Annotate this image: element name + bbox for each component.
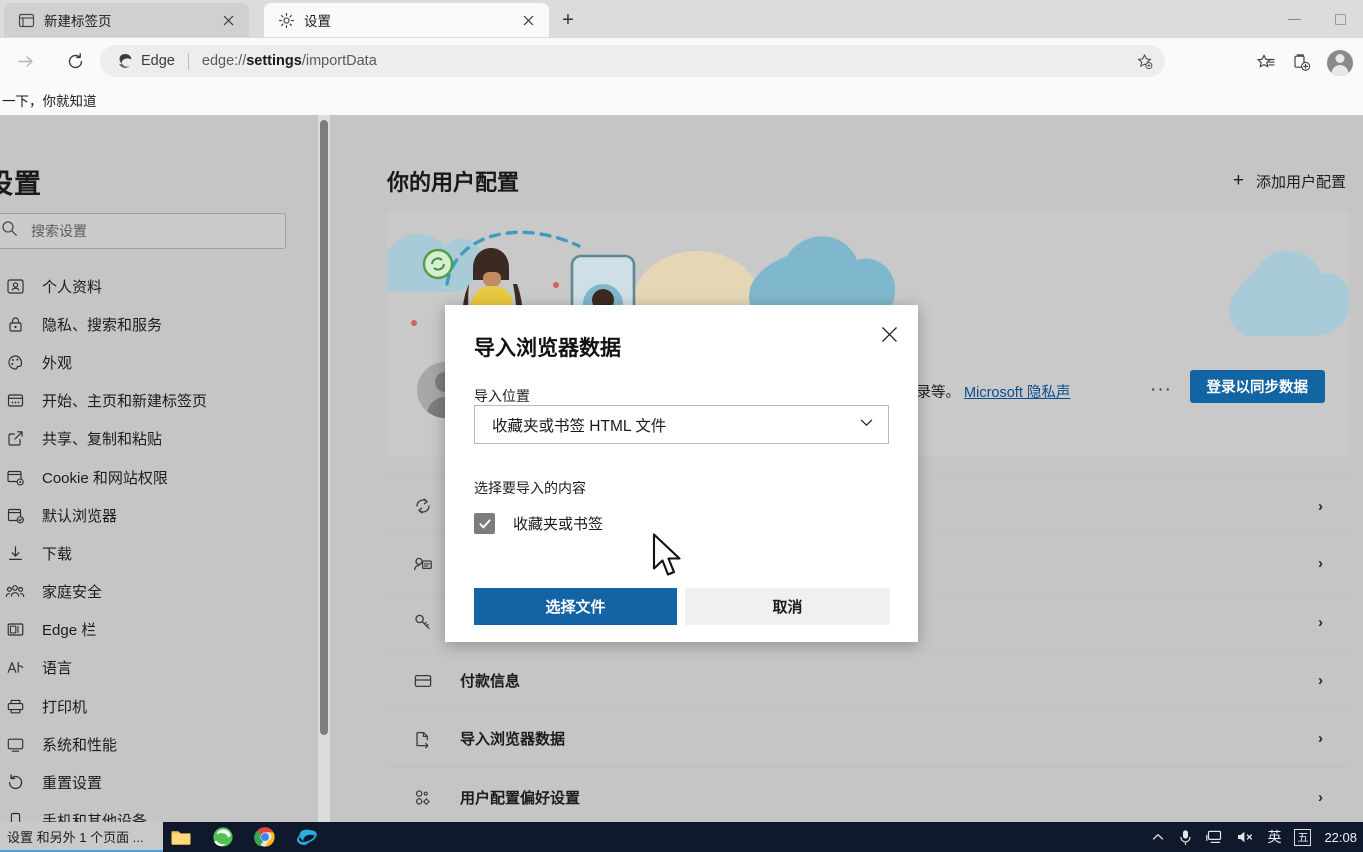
address-bar-url: edge://settings/importData [202, 53, 377, 69]
favorites-checkbox-label: 收藏夹或书签 [513, 516, 604, 533]
taskbar: 设置 和另外 1 个页面 ... 英 五 22:08 [0, 822, 1363, 852]
dialog-title: 导入浏览器数据 [474, 337, 621, 360]
chevron-down-icon [857, 413, 876, 437]
import-content-label: 选择要导入的内容 [474, 480, 586, 496]
import-source-value: 收藏夹或书签 HTML 文件 [492, 417, 667, 435]
add-favorite-icon[interactable] [1131, 49, 1157, 73]
chrome-icon[interactable] [252, 824, 278, 850]
taskbar-window-preview[interactable]: 设置 和另外 1 个页面 ... [0, 822, 163, 852]
cancel-button[interactable]: 取消 [685, 588, 890, 625]
omnibox-divider [187, 52, 189, 70]
ime-language-indicator[interactable]: 英 [1267, 827, 1281, 847]
toolbar-right-icons [1249, 44, 1359, 82]
choose-file-button[interactable]: 选择文件 [474, 588, 677, 625]
close-icon[interactable] [873, 318, 905, 350]
new-tab-page-icon [18, 12, 35, 29]
reload-icon[interactable] [58, 44, 92, 78]
settings-page: 设置 搜索设置 个人资料 隐私、搜索和服务 外观 [0, 115, 1363, 830]
ime-mode-indicator[interactable]: 五 [1294, 828, 1312, 846]
maximize-button[interactable] [1317, 0, 1363, 38]
tab-settings[interactable]: 设置 [264, 3, 549, 37]
tab-strip: 新建标签页 设置 + [0, 0, 1363, 38]
mic-icon[interactable] [1178, 829, 1193, 846]
browser-window: 新建标签页 设置 + Edge edge://settings/importDa… [0, 0, 1363, 852]
bookmark-item[interactable]: 一下，你就知道 [0, 87, 103, 113]
new-tab-button[interactable]: + [553, 6, 583, 35]
minimize-button[interactable] [1271, 0, 1317, 38]
browser-toolbar: Edge edge://settings/importData [0, 38, 1363, 84]
import-browser-data-dialog: 导入浏览器数据 导入位置 收藏夹或书签 HTML 文件 选择要导入的内容 收藏夹… [445, 305, 918, 642]
tab-new-tab-page[interactable]: 新建标签页 [4, 3, 249, 37]
taskbar-clock[interactable]: 22:08 [1324, 830, 1359, 845]
network-icon[interactable] [1206, 829, 1223, 845]
bookmarks-bar: 一下，你就知道 [0, 84, 1363, 115]
import-source-label: 导入位置 [474, 388, 530, 404]
url-path: /importData [301, 53, 377, 69]
edge-logo-icon [119, 54, 132, 69]
file-explorer-icon[interactable] [168, 824, 194, 850]
mouse-cursor [652, 533, 686, 581]
import-source-select[interactable]: 收藏夹或书签 HTML 文件 [474, 405, 889, 444]
tab-close-button[interactable] [215, 7, 241, 33]
tab-close-button[interactable] [515, 7, 541, 33]
tab-title: 设置 [304, 14, 331, 29]
address-bar[interactable]: Edge edge://settings/importData [100, 45, 1165, 77]
profile-avatar-icon[interactable] [1321, 44, 1359, 82]
internet-explorer-icon[interactable] [294, 824, 320, 850]
edge-badge: Edge [116, 52, 175, 70]
gear-icon [278, 12, 295, 29]
url-scheme: edge:// [201, 53, 247, 69]
volume-muted-icon[interactable] [1236, 829, 1254, 845]
avatar [1327, 50, 1353, 76]
window-controls [1271, 0, 1363, 38]
favorites-icon[interactable] [1249, 46, 1283, 80]
edge-badge-label: Edge [141, 53, 175, 69]
favorites-checkbox-row[interactable]: 收藏夹或书签 [474, 513, 603, 534]
tab-title: 新建标签页 [44, 14, 112, 29]
system-tray: 英 五 22:08 [1151, 822, 1359, 852]
edge-legacy-icon[interactable] [210, 824, 236, 850]
tray-chevron-up-icon[interactable] [1151, 830, 1165, 844]
forward-arrow-icon[interactable] [8, 44, 42, 78]
taskbar-apps [168, 822, 320, 852]
modal-overlay: 导入浏览器数据 导入位置 收藏夹或书签 HTML 文件 选择要导入的内容 收藏夹… [0, 115, 1363, 822]
favorites-checkbox[interactable] [474, 513, 495, 534]
url-host: settings [246, 53, 302, 69]
collections-icon[interactable] [1285, 46, 1319, 80]
